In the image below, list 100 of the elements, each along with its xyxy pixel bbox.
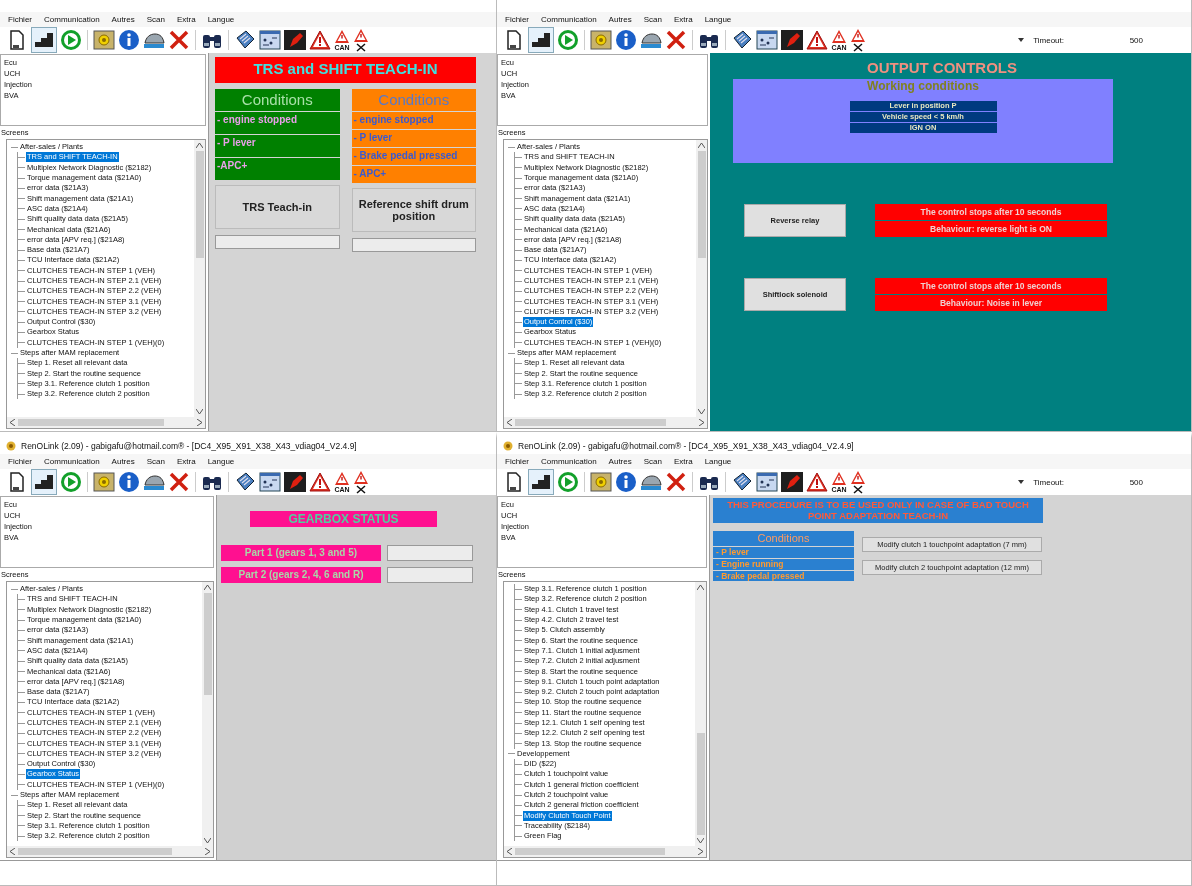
scroll-right-icon[interactable] [205,848,210,855]
pen-icon[interactable] [284,471,306,493]
chip-icon[interactable] [234,29,256,51]
scroll-up-icon[interactable] [204,585,211,590]
menu-item[interactable]: Scan [643,15,662,24]
scroll-thumb[interactable] [18,848,172,855]
scroll-left-icon[interactable] [10,848,15,855]
menu-item[interactable]: Fichier [505,457,529,466]
scroll-down-icon[interactable] [204,838,211,843]
info-icon[interactable] [118,471,140,493]
warning-cross-icon[interactable] [850,28,866,52]
menu-item[interactable]: Scan [146,457,165,466]
scroll-thumb[interactable] [18,419,164,426]
warning-icon[interactable] [309,471,331,493]
menu-item[interactable]: Fichier [8,15,32,24]
close-icon[interactable] [168,29,190,51]
scroll-right-icon[interactable] [197,419,202,426]
scroll-thumb[interactable] [203,593,212,695]
menu-item[interactable]: Langue [207,457,235,466]
play-icon[interactable] [557,29,579,51]
menu-item[interactable]: Scan [146,15,165,24]
horizontal-scrollbar[interactable] [504,417,707,428]
play-icon[interactable] [60,29,82,51]
vertical-scrollbar[interactable] [202,582,213,846]
pen-icon[interactable] [781,29,803,51]
scroll-up-icon[interactable] [697,585,704,590]
menu-item[interactable]: Communication [541,15,597,24]
warning-icon[interactable] [806,29,828,51]
menu-item[interactable]: Autres [111,457,135,466]
dashboard-icon[interactable] [259,471,281,493]
menu-item[interactable]: Scan [643,457,662,466]
close-icon[interactable] [665,29,687,51]
dashboard-icon[interactable] [756,471,778,493]
horizontal-scrollbar[interactable] [7,846,213,857]
warning-cross-icon[interactable] [353,28,369,52]
scroll-thumb[interactable] [696,733,705,835]
scroll-down-icon[interactable] [697,838,704,843]
warning-cross-icon[interactable] [353,470,369,494]
scroll-down-icon[interactable] [196,409,203,414]
menu-item[interactable]: Extra [176,457,196,466]
menu-item[interactable]: Autres [608,457,632,466]
warning-icon[interactable] [831,471,847,486]
app-icon[interactable] [6,441,16,451]
warning-icon[interactable] [309,29,331,51]
warning-icon[interactable] [334,471,350,486]
action-button[interactable]: TRS Teach-in [215,185,340,229]
pen-icon[interactable] [781,471,803,493]
chip-icon[interactable] [234,471,256,493]
vertical-scrollbar[interactable] [695,582,706,846]
scroll-left-icon[interactable] [507,848,512,855]
info-icon[interactable] [615,29,637,51]
dropdown-icon[interactable] [1018,38,1025,42]
warning-cross-icon[interactable] [850,470,866,494]
menu-item[interactable]: Langue [704,457,732,466]
menu-item[interactable]: Langue [704,15,732,24]
warning-icon[interactable] [806,471,828,493]
menu-item[interactable]: Communication [44,15,100,24]
horizontal-scrollbar[interactable] [7,417,205,428]
scroll-right-icon[interactable] [699,419,704,426]
scroll-thumb[interactable] [515,419,666,426]
menu-item[interactable]: Autres [111,15,135,24]
play-icon[interactable] [60,471,82,493]
chip-icon[interactable] [731,29,753,51]
dashboard-icon[interactable] [756,29,778,51]
scroll-up-icon[interactable] [698,143,705,148]
scroll-right-icon[interactable] [698,848,703,855]
info-icon[interactable] [615,471,637,493]
scroll-thumb[interactable] [515,848,665,855]
menu-item[interactable]: Extra [673,15,693,24]
gear-icon[interactable] [590,29,612,51]
scroll-thumb[interactable] [195,151,204,259]
menu-item[interactable]: Langue [207,15,235,24]
menu-item[interactable]: Fichier [8,457,32,466]
menu-item[interactable]: Communication [541,457,597,466]
scroll-down-icon[interactable] [698,409,705,414]
info-icon[interactable] [118,29,140,51]
gear-icon[interactable] [590,471,612,493]
chip-icon[interactable] [731,471,753,493]
scroll-left-icon[interactable] [10,419,15,426]
action-button[interactable]: Reference shift drum position [351,188,476,232]
warning-icon[interactable] [831,29,847,44]
menu-item[interactable]: Fichier [505,15,529,24]
horizontal-scrollbar[interactable] [504,846,706,857]
menu-item[interactable]: Extra [176,15,196,24]
play-icon[interactable] [557,471,579,493]
menu-item[interactable]: Autres [608,15,632,24]
dropdown-icon[interactable] [1018,480,1025,484]
app-icon[interactable] [503,441,513,451]
dashboard-icon[interactable] [259,29,281,51]
vertical-scrollbar[interactable] [696,140,707,417]
scroll-up-icon[interactable] [196,143,203,148]
gear-icon[interactable] [93,471,115,493]
vertical-scrollbar[interactable] [194,140,205,417]
gear-icon[interactable] [93,29,115,51]
scroll-thumb[interactable] [697,151,706,259]
warning-icon[interactable] [334,29,350,44]
menu-item[interactable]: Extra [673,457,693,466]
close-icon[interactable] [665,471,687,493]
menu-item[interactable]: Communication [44,457,100,466]
close-icon[interactable] [168,471,190,493]
